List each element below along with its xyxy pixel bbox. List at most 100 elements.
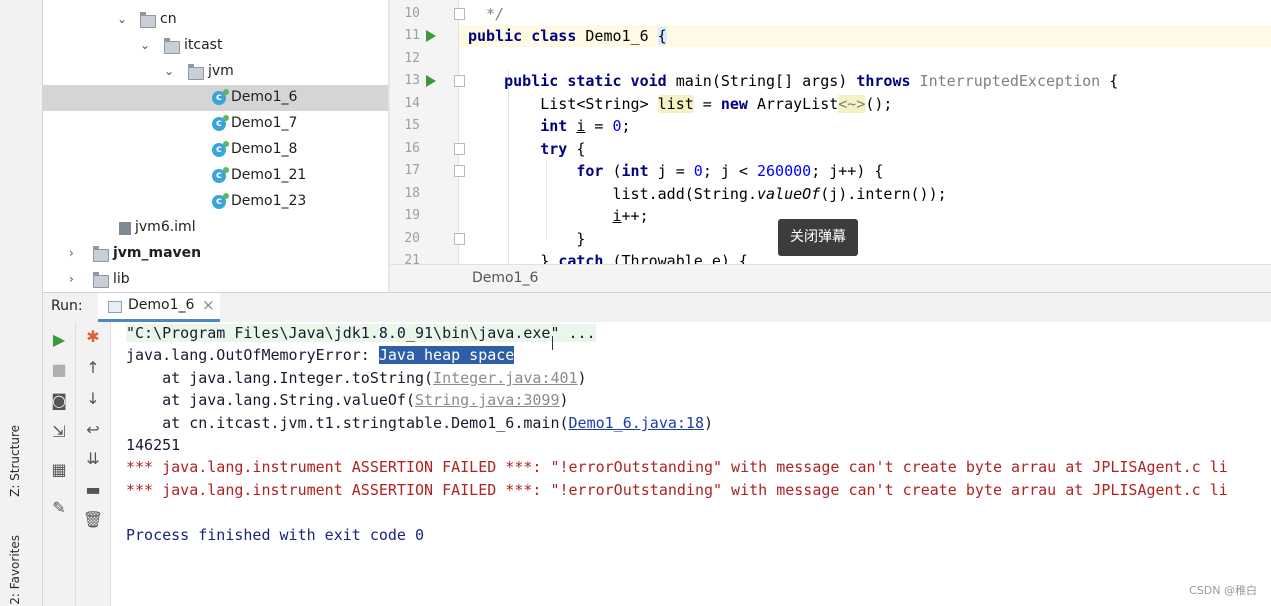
editor-breadcrumb-bar: Demo1_6 [390, 264, 1271, 293]
pin-icon[interactable]: ✎ [43, 498, 75, 517]
stack-suffix: ) [577, 369, 587, 387]
tree-label: Demo1_23 [231, 193, 307, 209]
console-error-line: java.lang.OutOfMemoryError: Java heap sp… [126, 344, 515, 366]
tree-label: Demo1_7 [231, 115, 298, 131]
stack-line: at java.lang.String.valueOf(String.java:… [126, 389, 569, 411]
debug-bug-icon[interactable]: ✱ [76, 327, 110, 346]
layout-icon[interactable]: ▦ [43, 460, 75, 479]
line-gutter: 10 11 12 13 14 15 16 17 18 19 20 21 [390, 0, 459, 264]
chevron-right-icon[interactable]: › [69, 246, 74, 260]
close-danmaku-button[interactable]: 关闭弹幕 [778, 219, 858, 256]
tree-item-demo1-23[interactable]: c Demo1_23 [43, 189, 388, 215]
error-prefix: java.lang.OutOfMemoryError: [126, 346, 379, 364]
line-number: 13 [404, 73, 420, 88]
run-gutter-icon[interactable] [426, 75, 436, 87]
java-class-icon: c [212, 193, 229, 209]
line-number: 12 [404, 51, 420, 66]
arrow-down-icon[interactable]: ↓ [76, 389, 110, 408]
tree-item-itcast[interactable]: ⌄ itcast [43, 33, 388, 59]
tree-item-demo1-8[interactable]: c Demo1_8 [43, 137, 388, 163]
tree-label: cn [160, 11, 177, 27]
fold-marker-icon[interactable] [454, 143, 465, 155]
stack-suffix: ) [559, 391, 569, 409]
arrow-up-icon[interactable]: ↑ [76, 358, 110, 377]
run-panel-header: Run: Demo1_6 × [43, 292, 1271, 323]
chevron-down-icon[interactable]: ⌄ [140, 38, 150, 52]
tree-label: jvm6.iml [135, 219, 196, 235]
tree-label: Demo1_21 [231, 167, 307, 183]
tree-item-demo1-7[interactable]: c Demo1_7 [43, 111, 388, 137]
line-number: 18 [404, 186, 420, 201]
line-number: 17 [404, 163, 420, 178]
scroll-to-end-icon[interactable]: ⇊ [76, 449, 110, 468]
chevron-down-icon[interactable]: ⌄ [117, 12, 127, 26]
editor-breadcrumb[interactable]: Demo1_6 [472, 270, 538, 286]
stack-suffix: ) [703, 414, 714, 432]
code-line-21: } catch (Throwable e) { [468, 252, 748, 264]
stack-prefix: at java.lang.String.valueOf( [126, 391, 415, 409]
console-output[interactable]: "C:\Program Files\Java\jdk1.8.0_91\bin\j… [111, 322, 1271, 606]
left-tool-strip: Z: Structure 2: Favorites [0, 0, 43, 606]
run-gutter-icon[interactable] [426, 30, 436, 42]
selected-error-text: Java heap space [378, 346, 515, 364]
tree-item-demo1-6[interactable]: c Demo1_6 [43, 85, 388, 111]
stack-link[interactable]: Demo1_6.java:18 [569, 414, 704, 432]
assertion-line: *** java.lang.instrument ASSERTION FAILE… [126, 458, 1228, 476]
tree-item-jvm6-iml[interactable]: jvm6.iml [43, 215, 388, 241]
watermark: CSDN @稚白 [1189, 584, 1257, 597]
tree-label: Demo1_6 [231, 89, 298, 105]
camera-icon[interactable]: ◙ [43, 391, 75, 410]
folder-icon [93, 272, 109, 288]
folder-icon [164, 38, 180, 54]
tree-item-demo1-21[interactable]: c Demo1_21 [43, 163, 388, 189]
stack-prefix: at cn.itcast.jvm.t1.stringtable.Demo1_6.… [126, 414, 569, 432]
tree-item-jvm-maven[interactable]: › jvm_maven [43, 241, 388, 267]
tree-label: jvm [208, 63, 234, 79]
package-icon [188, 64, 204, 80]
run-label: Run: [51, 298, 83, 314]
line-number: 16 [404, 141, 420, 156]
stack-prefix: at java.lang.Integer.toString( [126, 369, 434, 387]
line-number: 20 [404, 231, 420, 246]
exit-line: Process finished with exit code 0 [126, 526, 425, 544]
code-line-14: List<String> list = new ArrayList<~>(); [468, 95, 893, 113]
line-number: 14 [404, 96, 420, 111]
tree-item-cn[interactable]: ⌄ cn [43, 7, 388, 33]
run-tab-demo1-6[interactable]: Demo1_6 × [98, 293, 220, 322]
fold-marker-icon[interactable] [454, 8, 465, 20]
code-line-13: public static void main(String[] args) t… [504, 72, 1119, 90]
code-line-10: */ [468, 5, 505, 23]
line-number: 21 [404, 253, 420, 264]
code-line-15: int i = 0; [540, 117, 631, 135]
code-line-17: for (int j = 0; j < 260000; j++) { [576, 162, 884, 180]
stack-link[interactable]: Integer.java:401 [433, 369, 578, 387]
stack-line: at java.lang.Integer.toString(Integer.ja… [126, 367, 587, 389]
chevron-right-icon[interactable]: › [69, 272, 74, 286]
code-line-19: i++; [612, 207, 649, 225]
fold-marker-icon[interactable] [454, 165, 465, 177]
stack-link[interactable]: String.java:3099 [415, 391, 560, 409]
tree-item-jvm[interactable]: ⌄ jvm [43, 59, 388, 85]
tree-item-lib[interactable]: › lib [43, 267, 388, 293]
structure-tab[interactable]: Z: Structure [8, 425, 34, 497]
soft-wrap-icon[interactable]: ↩ [76, 420, 110, 439]
text-cursor [552, 336, 553, 350]
code-line-20: } [468, 230, 586, 248]
tree-label: lib [113, 271, 130, 287]
fold-marker-icon[interactable] [454, 233, 465, 245]
favorites-tab[interactable]: 2: Favorites [8, 535, 34, 605]
java-class-icon: c [212, 89, 229, 105]
stop-icon[interactable]: ■ [43, 360, 75, 379]
rerun-icon[interactable]: ▶ [43, 330, 75, 349]
chevron-down-icon[interactable]: ⌄ [164, 64, 174, 78]
stack-line: at cn.itcast.jvm.t1.stringtable.Demo1_6.… [126, 412, 713, 434]
java-class-icon: c [212, 141, 229, 157]
close-icon[interactable]: × [202, 296, 215, 314]
import-icon[interactable]: ⇲ [43, 422, 75, 441]
fold-marker-icon[interactable] [454, 75, 465, 87]
trash-icon[interactable]: 🗑 [76, 510, 110, 529]
print-icon[interactable]: ▬ [76, 480, 110, 499]
project-tree: ⌄ cn ⌄ itcast ⌄ jvm c Demo1_6 c Demo1_7 … [43, 0, 388, 292]
line-number: 11 [404, 28, 420, 43]
line-number: 15 [404, 118, 420, 133]
